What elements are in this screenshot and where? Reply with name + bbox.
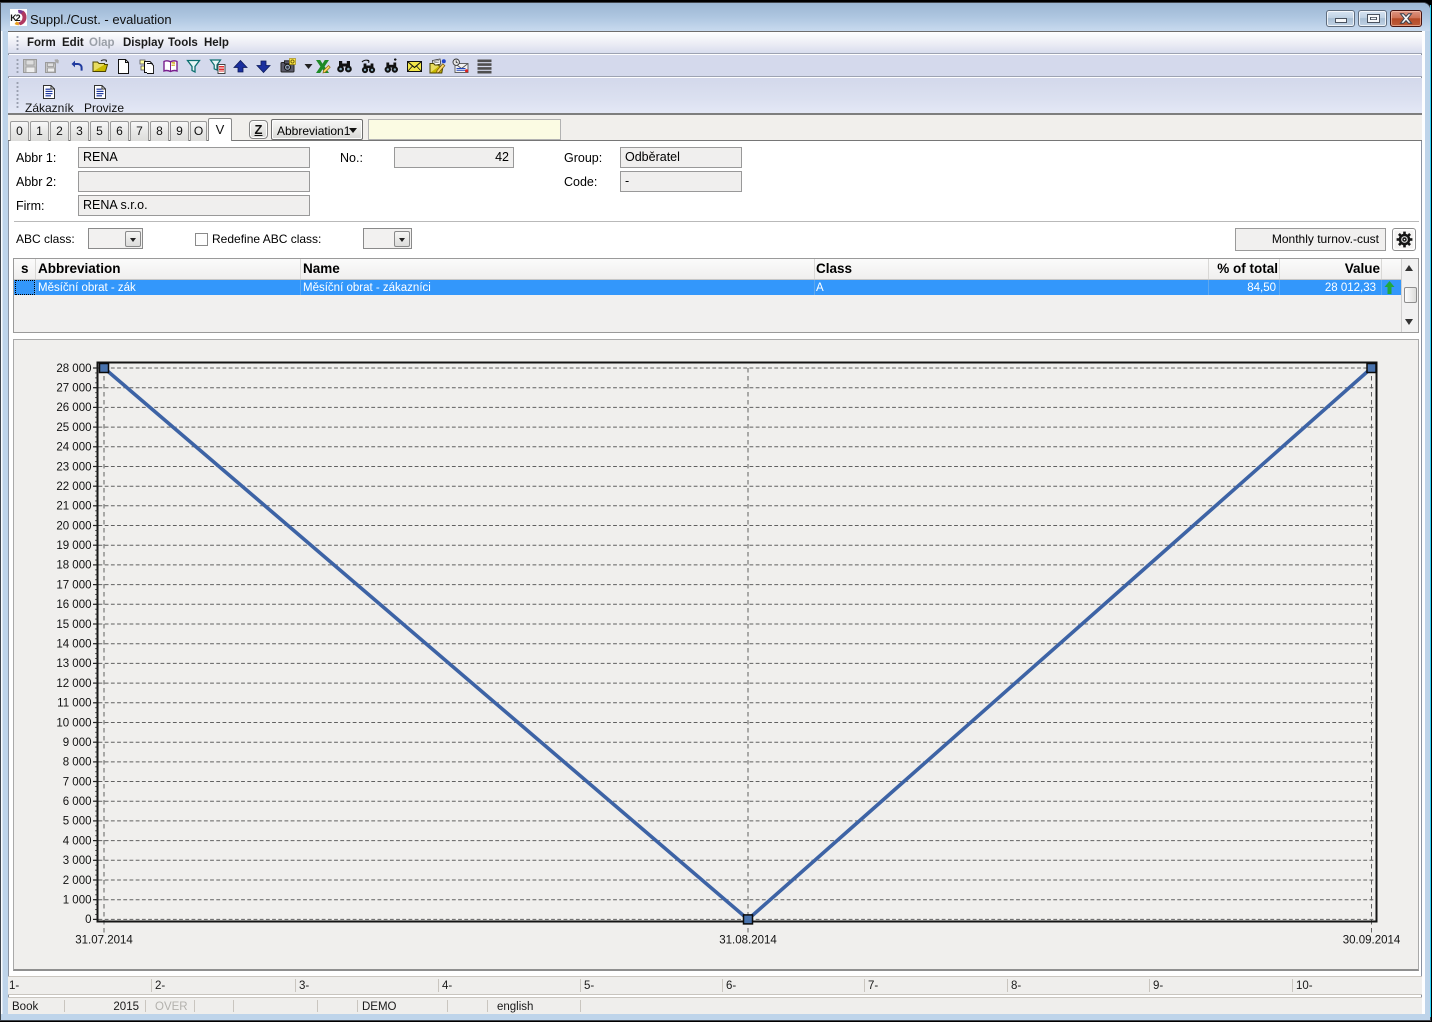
svg-text:21 000: 21 000 xyxy=(56,501,91,513)
svg-text:17 000: 17 000 xyxy=(56,579,91,591)
svg-text:31.07.2014: 31.07.2014 xyxy=(75,935,133,947)
svg-text:3 000: 3 000 xyxy=(63,855,92,867)
svg-text:16 000: 16 000 xyxy=(56,599,91,611)
svg-text:2 000: 2 000 xyxy=(63,875,92,887)
svg-text:31.08.2014: 31.08.2014 xyxy=(719,935,777,947)
svg-text:22 000: 22 000 xyxy=(56,481,91,493)
svg-text:15 000: 15 000 xyxy=(56,619,91,631)
svg-text:1 000: 1 000 xyxy=(63,895,92,907)
svg-text:13 000: 13 000 xyxy=(56,658,91,670)
svg-text:6 000: 6 000 xyxy=(63,796,92,808)
svg-text:14 000: 14 000 xyxy=(56,639,91,651)
svg-text:10 000: 10 000 xyxy=(56,717,91,729)
svg-text:27 000: 27 000 xyxy=(56,383,91,395)
svg-text:24 000: 24 000 xyxy=(56,442,91,454)
svg-text:26 000: 26 000 xyxy=(56,402,91,414)
svg-text:8 000: 8 000 xyxy=(63,757,92,769)
svg-text:7 000: 7 000 xyxy=(63,776,92,788)
svg-text:K2: K2 xyxy=(10,13,20,23)
svg-text:30.09.2014: 30.09.2014 xyxy=(1343,935,1401,947)
svg-text:9 000: 9 000 xyxy=(63,737,92,749)
svg-text:12 000: 12 000 xyxy=(56,678,91,690)
svg-text:25 000: 25 000 xyxy=(56,422,91,434)
svg-text:18 000: 18 000 xyxy=(56,560,91,572)
svg-text:11 000: 11 000 xyxy=(57,698,91,710)
svg-text:5 000: 5 000 xyxy=(63,816,92,828)
svg-text:19 000: 19 000 xyxy=(56,540,91,552)
svg-text:0: 0 xyxy=(85,914,91,926)
svg-text:20 000: 20 000 xyxy=(56,520,91,532)
svg-text:28 000: 28 000 xyxy=(56,363,91,375)
svg-text:4 000: 4 000 xyxy=(63,835,92,847)
svg-text:23 000: 23 000 xyxy=(56,461,91,473)
